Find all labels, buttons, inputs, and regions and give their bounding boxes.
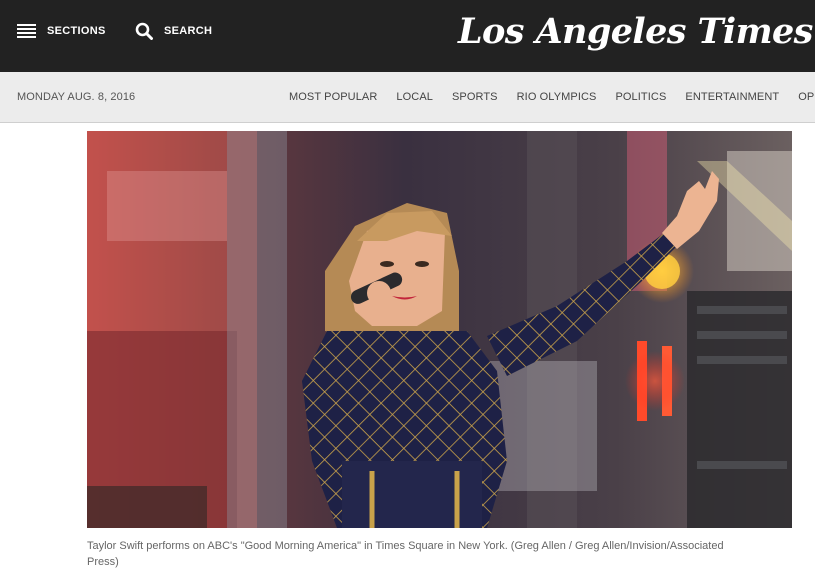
nav-link-local[interactable]: LOCAL xyxy=(396,72,433,122)
article-photo xyxy=(87,131,792,528)
nav-link-sports[interactable]: SPORTS xyxy=(452,72,498,122)
nav-link-rio-olympics[interactable]: RIO OLYMPICS xyxy=(517,72,597,122)
nav-link-opinion[interactable]: OPINION xyxy=(798,72,815,122)
sections-button[interactable]: SECTIONS xyxy=(17,20,106,42)
hamburger-menu-icon xyxy=(17,24,36,38)
top-header-bar: SECTIONS SEARCH Los Angeles Times xyxy=(0,0,815,72)
search-button[interactable]: SEARCH xyxy=(135,20,212,42)
nav-links: MOST POPULAR LOCAL SPORTS RIO OLYMPICS P… xyxy=(289,72,815,122)
performer-photo-illustration xyxy=(87,131,792,528)
secondary-nav-bar: MONDAY AUG. 8, 2016 MOST POPULAR LOCAL S… xyxy=(0,72,815,123)
nav-link-politics[interactable]: POLITICS xyxy=(615,72,666,122)
search-label: SEARCH xyxy=(164,25,213,37)
current-date: MONDAY AUG. 8, 2016 xyxy=(17,91,136,103)
nav-link-entertainment[interactable]: ENTERTAINMENT xyxy=(685,72,779,122)
sections-label: SECTIONS xyxy=(47,25,106,37)
nav-link-most-popular[interactable]: MOST POPULAR xyxy=(289,72,377,122)
search-icon xyxy=(135,22,153,40)
photo-caption: Taylor Swift performs on ABC's "Good Mor… xyxy=(87,540,724,568)
site-logo[interactable]: Los Angeles Times xyxy=(458,8,813,56)
